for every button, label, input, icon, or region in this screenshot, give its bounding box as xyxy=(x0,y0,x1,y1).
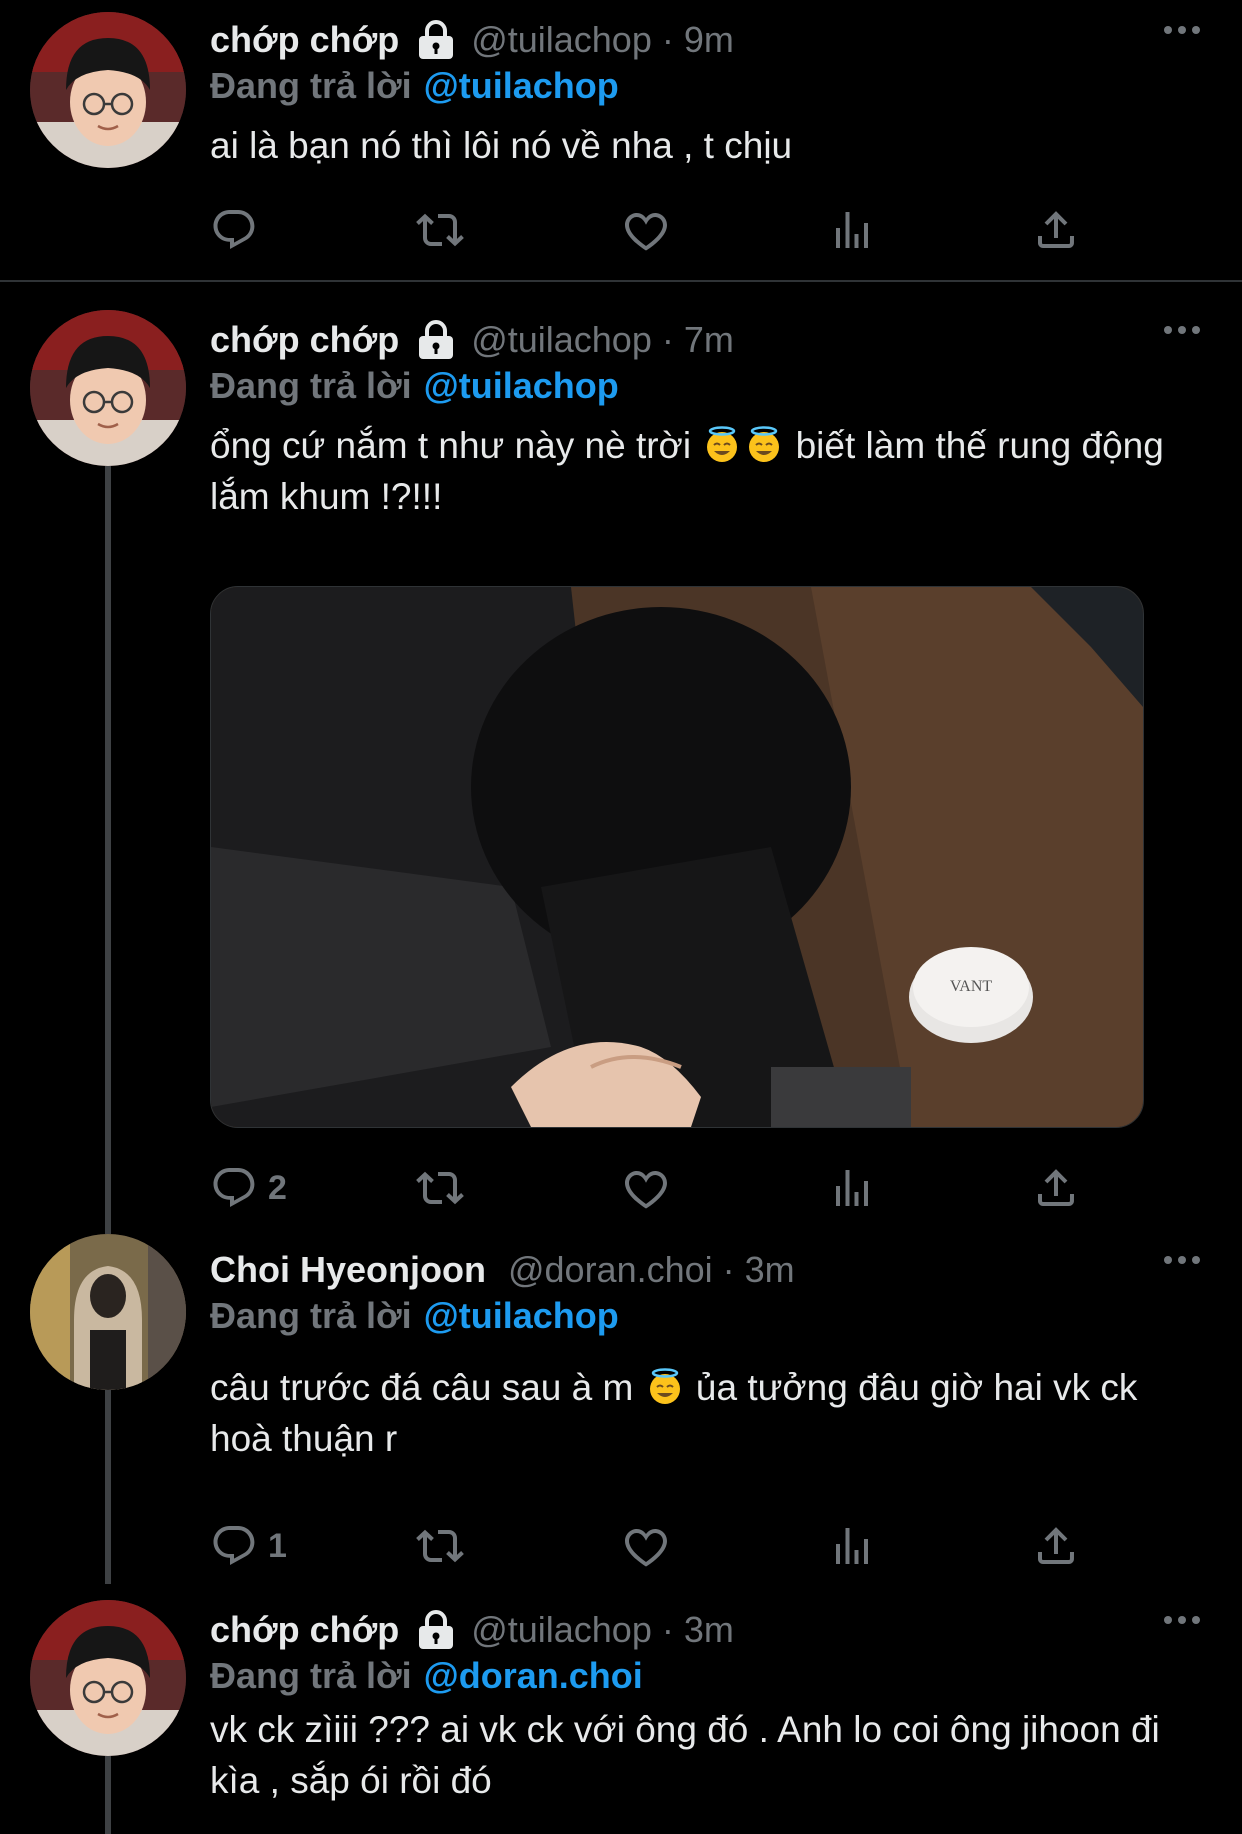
tweet-text-part: câu trước đá câu sau à m xyxy=(210,1367,634,1408)
tweet-header: chớp chớp @tuilachop · 3m xyxy=(210,1606,1202,1654)
mention-link[interactable]: @doran.choi xyxy=(424,1655,643,1697)
heart-icon xyxy=(622,1164,670,1212)
user-handle[interactable]: @tuilachop xyxy=(471,19,652,61)
tweet-header: chớp chớp @tuilachop · 9m xyxy=(210,16,1202,64)
reply-count: 1 xyxy=(268,1526,287,1565)
share-icon xyxy=(1032,1522,1080,1570)
retweet-icon xyxy=(416,1522,464,1570)
retweet-icon xyxy=(416,1164,464,1212)
display-name[interactable]: chớp chớp xyxy=(210,319,399,361)
user-handle[interactable]: @tuilachop xyxy=(471,319,652,361)
reply-icon xyxy=(210,206,258,254)
tweet-actions xyxy=(210,202,1110,258)
timestamp[interactable]: 7m xyxy=(684,319,734,361)
tweet-header: chớp chớp @tuilachop · 7m xyxy=(210,316,1202,364)
separator-dot: · xyxy=(661,1609,674,1650)
reply-button[interactable] xyxy=(210,202,268,258)
tweet-header: Choi Hyeonjoon @doran.choi · 3m xyxy=(210,1246,1202,1294)
more-icon[interactable] xyxy=(1162,322,1202,338)
media-product-label: VANT xyxy=(950,978,993,995)
display-name[interactable]: Choi Hyeonjoon xyxy=(210,1249,486,1291)
tweet-text: ổng cứ nắm t như này nè trời biết làm th… xyxy=(210,420,1202,522)
heart-icon xyxy=(622,1522,670,1570)
display-name[interactable]: chớp chớp xyxy=(210,19,399,61)
separator-dot: · xyxy=(661,19,674,60)
lock-icon xyxy=(415,320,457,360)
mention-link[interactable]: @tuilachop xyxy=(424,65,619,107)
timestamp[interactable]: 3m xyxy=(684,1609,734,1651)
separator-dot: · xyxy=(722,1249,735,1290)
replying-to: Đang trả lời @tuilachop xyxy=(210,364,1202,408)
display-name[interactable]: chớp chớp xyxy=(210,1609,399,1651)
more-icon[interactable] xyxy=(1162,1252,1202,1268)
avatar[interactable] xyxy=(30,310,186,466)
views-icon xyxy=(828,206,876,254)
retweet-button[interactable] xyxy=(416,1518,464,1574)
reply-button[interactable]: 2 xyxy=(210,1160,287,1216)
retweet-icon xyxy=(416,206,464,254)
views-button[interactable] xyxy=(828,202,876,258)
reply-button[interactable]: 1 xyxy=(210,1518,287,1574)
share-button[interactable] xyxy=(1032,202,1080,258)
avatar[interactable] xyxy=(30,1600,186,1756)
views-icon xyxy=(828,1522,876,1570)
reply-icon xyxy=(210,1164,258,1212)
views-button[interactable] xyxy=(828,1518,876,1574)
heart-icon xyxy=(622,206,670,254)
tweet-text: câu trước đá câu sau à m ủa tưởng đâu gi… xyxy=(210,1362,1202,1464)
avatar[interactable] xyxy=(30,1234,186,1390)
mention-link[interactable]: @tuilachop xyxy=(424,365,619,407)
reply-count: 2 xyxy=(268,1168,287,1207)
replying-label: Đang trả lời xyxy=(210,65,412,106)
lock-icon xyxy=(415,20,457,60)
halo-emoji-icon xyxy=(703,426,741,464)
share-icon xyxy=(1032,206,1080,254)
timestamp[interactable]: 3m xyxy=(745,1249,795,1291)
share-button[interactable] xyxy=(1032,1160,1080,1216)
mention-link[interactable]: @tuilachop xyxy=(424,1295,619,1337)
timeline-feed: chớp chớp @tuilachop · 9m Đang trả lời @… xyxy=(0,0,1242,1834)
like-button[interactable] xyxy=(622,1160,670,1216)
tweet-2[interactable]: chớp chớp @tuilachop · 7m Đang trả lời @… xyxy=(0,300,1242,1200)
replying-to: Đang trả lời @tuilachop xyxy=(210,64,1202,108)
tweet-text: ai là bạn nó thì lôi nó về nha , t chịu xyxy=(210,125,793,166)
retweet-button[interactable] xyxy=(416,1160,464,1216)
tweet-3[interactable]: Choi Hyeonjoon @doran.choi · 3m Đang trả… xyxy=(0,1224,1242,1584)
views-icon xyxy=(828,1164,876,1212)
tweet-4[interactable]: chớp chớp @tuilachop · 3m Đang trả lời @… xyxy=(0,1590,1242,1834)
lock-icon xyxy=(415,1610,457,1650)
user-handle[interactable]: @tuilachop xyxy=(471,1609,652,1651)
timestamp[interactable]: 9m xyxy=(684,19,734,61)
reply-icon xyxy=(210,1522,258,1570)
tweet-text-part: ổng cứ nắm t như này nè trời xyxy=(210,425,692,466)
tweet-text: vk ck zìiii ??? ai vk ck với ông đó . An… xyxy=(210,1709,1160,1801)
separator-dot: · xyxy=(661,319,674,360)
replying-label: Đang trả lời xyxy=(210,1295,412,1336)
replying-label: Đang trả lời xyxy=(210,1655,412,1696)
retweet-button[interactable] xyxy=(416,202,464,258)
views-button[interactable] xyxy=(828,1160,876,1216)
more-icon[interactable] xyxy=(1162,1612,1202,1628)
share-icon xyxy=(1032,1164,1080,1212)
replying-to: Đang trả lời @doran.choi xyxy=(210,1654,1202,1698)
tweet-1[interactable]: chớp chớp @tuilachop · 9m Đang trả lời @… xyxy=(0,0,1242,282)
avatar[interactable] xyxy=(30,12,186,168)
like-button[interactable] xyxy=(622,202,670,258)
tweet-actions: 2 xyxy=(210,1160,1110,1216)
halo-emoji-icon xyxy=(745,426,783,464)
halo-emoji-icon xyxy=(646,1368,684,1406)
like-button[interactable] xyxy=(622,1518,670,1574)
replying-to: Đang trả lời @tuilachop xyxy=(210,1294,1202,1338)
more-icon[interactable] xyxy=(1162,22,1202,38)
divider xyxy=(0,280,1242,282)
replying-label: Đang trả lời xyxy=(210,365,412,406)
tweet-actions: 1 xyxy=(210,1518,1110,1574)
share-button[interactable] xyxy=(1032,1518,1080,1574)
tweet-photo[interactable]: VANT xyxy=(210,586,1144,1128)
user-handle[interactable]: @doran.choi xyxy=(508,1249,713,1291)
